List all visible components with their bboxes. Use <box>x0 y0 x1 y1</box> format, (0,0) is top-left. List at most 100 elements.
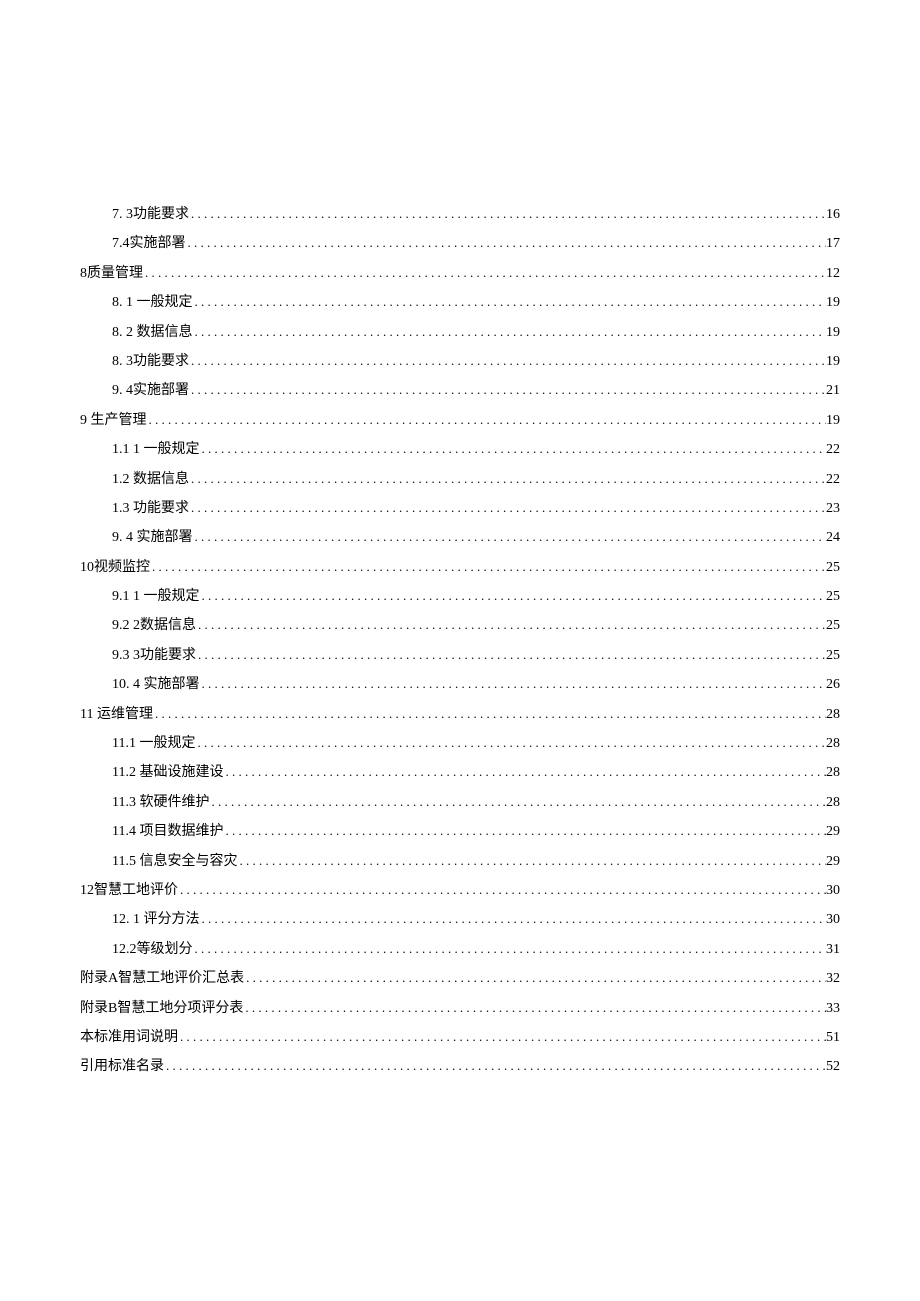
toc-entry: 11.1 一般规定 28 <box>112 729 840 758</box>
toc-label: 1.3 功能要求 <box>112 494 189 523</box>
toc-leader-dots <box>193 288 827 317</box>
toc-page-number: 30 <box>826 905 840 934</box>
toc-leader-dots <box>186 229 827 258</box>
toc-label: 12智慧工地评价 <box>80 876 178 905</box>
toc-label: 引用标准名录 <box>80 1052 164 1081</box>
toc-page-number: 29 <box>826 817 840 846</box>
toc-label: 8. 3功能要求 <box>112 347 189 376</box>
toc-leader-dots <box>200 905 827 934</box>
toc-leader-dots <box>143 259 826 288</box>
toc-entry: 1.1 1 一般规定 22 <box>112 435 840 464</box>
toc-entry: 7. 3功能要求 16 <box>112 200 840 229</box>
toc-page-number: 19 <box>826 288 840 317</box>
toc-page-number: 19 <box>826 347 840 376</box>
toc-page-number: 22 <box>826 435 840 464</box>
toc-label: 11.5 信息安全与容灾 <box>112 847 237 876</box>
toc-page-number: 25 <box>826 582 840 611</box>
toc-label: 12. 1 评分方法 <box>112 905 200 934</box>
toc-entry: 本标准用词说明 51 <box>80 1023 840 1052</box>
toc-label: 12.2等级划分 <box>112 935 193 964</box>
toc-entry: 11.2 基础设施建设 28 <box>112 758 840 787</box>
toc-page-number: 52 <box>826 1052 840 1081</box>
toc-page-number: 12 <box>826 259 840 288</box>
toc-leader-dots <box>223 817 826 846</box>
toc-leader-dots <box>237 847 826 876</box>
toc-entry: 11.3 软硬件维护 28 <box>112 788 840 817</box>
toc-label: 9 生产管理 <box>80 406 147 435</box>
toc-page-number: 19 <box>826 318 840 347</box>
toc-leader-dots <box>196 641 826 670</box>
toc-entry: 12智慧工地评价 30 <box>80 876 840 905</box>
toc-label: 9.2 2数据信息 <box>112 611 196 640</box>
toc-label: 8. 2 数据信息 <box>112 318 193 347</box>
toc-page-number: 23 <box>826 494 840 523</box>
toc-entry: 9.1 1 一般规定 25 <box>112 582 840 611</box>
toc-entry: 8质量管理 12 <box>80 259 840 288</box>
toc-leader-dots <box>150 553 826 582</box>
toc-page-number: 19 <box>826 406 840 435</box>
toc-label: 10视频监控 <box>80 553 150 582</box>
toc-leader-dots <box>189 465 826 494</box>
toc-entry: 9 生产管理 19 <box>80 406 840 435</box>
toc-entry: 9.2 2数据信息 25 <box>112 611 840 640</box>
toc-page-number: 28 <box>826 729 840 758</box>
toc-label: 9. 4 实施部署 <box>112 523 193 552</box>
toc-leader-dots <box>193 318 827 347</box>
toc-entry: 附录B智慧工地分项评分表 33 <box>80 994 840 1023</box>
toc-label: 附录A智慧工地评价汇总表 <box>80 964 244 993</box>
table-of-contents: 7. 3功能要求 16 7.4实施部署 17 8质量管理 12 8. 1 一般规… <box>80 200 840 1082</box>
toc-page-number: 22 <box>826 465 840 494</box>
toc-entry: 9. 4实施部署 21 <box>112 376 840 405</box>
toc-leader-dots <box>189 376 826 405</box>
toc-entry: 8. 3功能要求 19 <box>112 347 840 376</box>
toc-page-number: 21 <box>826 376 840 405</box>
toc-label: 1.1 1 一般规定 <box>112 435 200 464</box>
toc-leader-dots <box>189 200 826 229</box>
toc-label: 11.2 基础设施建设 <box>112 758 223 787</box>
toc-label: 9.1 1 一般规定 <box>112 582 200 611</box>
toc-label: 本标准用词说明 <box>80 1023 178 1052</box>
toc-page-number: 26 <box>826 670 840 699</box>
toc-page-number: 28 <box>826 700 840 729</box>
toc-entry: 11.4 项目数据维护 29 <box>112 817 840 846</box>
toc-page-number: 28 <box>826 788 840 817</box>
toc-leader-dots <box>200 582 827 611</box>
toc-entry: 12. 1 评分方法 30 <box>112 905 840 934</box>
toc-page-number: 24 <box>826 523 840 552</box>
toc-entry: 7.4实施部署 17 <box>112 229 840 258</box>
toc-entry: 12.2等级划分 31 <box>112 935 840 964</box>
toc-leader-dots <box>209 788 826 817</box>
toc-label: 9. 4实施部署 <box>112 376 189 405</box>
toc-page-number: 51 <box>826 1023 840 1052</box>
toc-leader-dots <box>164 1052 826 1081</box>
toc-entry: 8. 1 一般规定 19 <box>112 288 840 317</box>
toc-page-number: 30 <box>826 876 840 905</box>
toc-leader-dots <box>189 347 826 376</box>
toc-leader-dots <box>178 876 826 905</box>
toc-leader-dots <box>193 523 827 552</box>
toc-entry: 9.3 3功能要求 25 <box>112 641 840 670</box>
toc-page-number: 33 <box>826 994 840 1023</box>
toc-label: 9.3 3功能要求 <box>112 641 196 670</box>
toc-label: 7.4实施部署 <box>112 229 186 258</box>
toc-entry: 1.3 功能要求 23 <box>112 494 840 523</box>
toc-page-number: 25 <box>826 641 840 670</box>
toc-leader-dots <box>147 406 827 435</box>
toc-entry: 8. 2 数据信息 19 <box>112 318 840 347</box>
toc-leader-dots <box>196 611 826 640</box>
toc-page-number: 32 <box>826 964 840 993</box>
toc-leader-dots <box>243 994 826 1023</box>
toc-leader-dots <box>153 700 826 729</box>
toc-leader-dots <box>244 964 826 993</box>
toc-page-number: 29 <box>826 847 840 876</box>
toc-label: 11 运维管理 <box>80 700 153 729</box>
toc-entry: 9. 4 实施部署 24 <box>112 523 840 552</box>
toc-entry: 11 运维管理 28 <box>80 700 840 729</box>
toc-leader-dots <box>223 758 826 787</box>
toc-entry: 1.2 数据信息 22 <box>112 465 840 494</box>
toc-page-number: 28 <box>826 758 840 787</box>
toc-label: 11.1 一般规定 <box>112 729 195 758</box>
toc-leader-dots <box>200 670 827 699</box>
toc-label: 8. 1 一般规定 <box>112 288 193 317</box>
toc-label: 10. 4 实施部署 <box>112 670 200 699</box>
